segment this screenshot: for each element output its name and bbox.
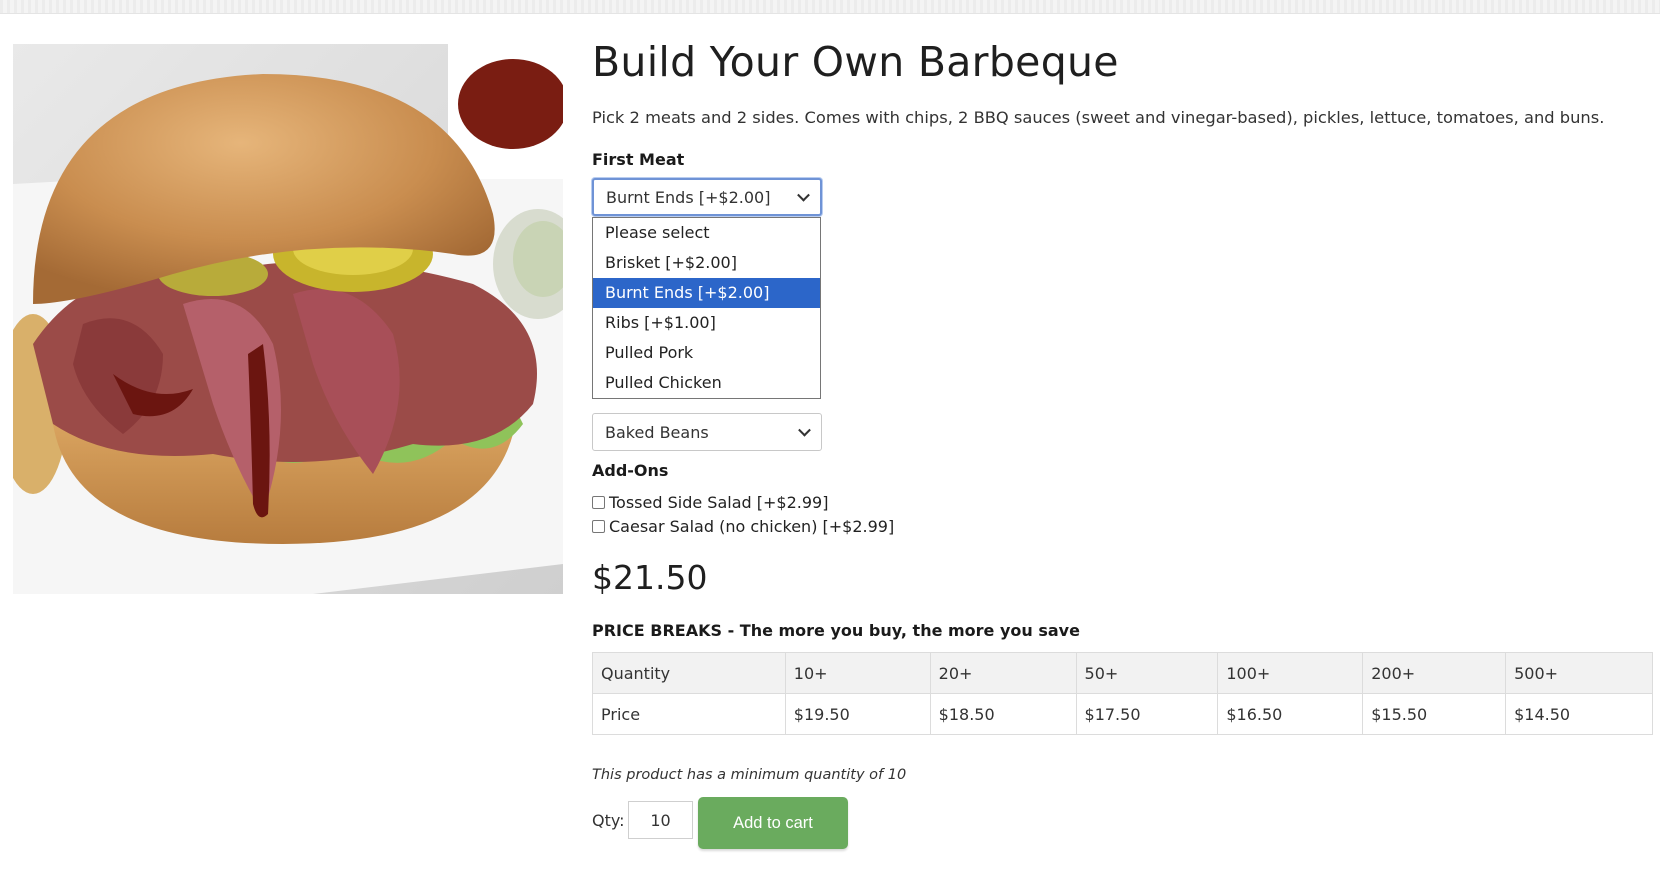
- table-cell: $19.50: [784, 693, 931, 735]
- bbq-sandwich-illustration: [13, 44, 563, 594]
- price-breaks-table: Quantity 10+ 20+ 50+ 100+ 200+ 500+ Pric…: [592, 652, 1653, 735]
- checkbox[interactable]: [592, 496, 605, 509]
- addon-label: Caesar Salad (no chicken) [+$2.99]: [609, 517, 895, 536]
- table-cell: 50+: [1075, 652, 1219, 694]
- first-meat-selected-value: Burnt Ends [+$2.00]: [606, 187, 771, 207]
- dropdown-option-ribs[interactable]: Ribs [+$1.00]: [593, 308, 820, 338]
- table-cell: $16.50: [1217, 693, 1364, 735]
- table-cell: $15.50: [1362, 693, 1507, 735]
- dropdown-option-please-select[interactable]: Please select: [593, 218, 820, 248]
- dropdown-option-pulled-chicken[interactable]: Pulled Chicken: [593, 368, 820, 398]
- product-image: [13, 44, 563, 594]
- table-cell: Price: [592, 693, 786, 735]
- dropdown-option-burnt-ends[interactable]: Burnt Ends [+$2.00]: [593, 278, 820, 308]
- table-cell: 200+: [1362, 652, 1507, 694]
- first-meat-select[interactable]: Burnt Ends [+$2.00]: [592, 178, 822, 216]
- addon-label: Tossed Side Salad [+$2.99]: [609, 493, 829, 512]
- dropdown-option-brisket[interactable]: Brisket [+$2.00]: [593, 248, 820, 278]
- product-description: Pick 2 meats and 2 sides. Comes with chi…: [592, 108, 1605, 127]
- top-bar: [0, 0, 1660, 14]
- first-meat-dropdown[interactable]: Please select Brisket [+$2.00] Burnt End…: [592, 217, 821, 399]
- table-cell: 500+: [1505, 652, 1653, 694]
- quantity-row: Quantity 10+ 20+ 50+ 100+ 200+ 500+: [592, 652, 1653, 694]
- first-meat-label: First Meat: [592, 150, 685, 169]
- quantity-input[interactable]: 10: [628, 801, 693, 839]
- second-side-selected-value: Baked Beans: [605, 422, 709, 442]
- chevron-down-icon: [797, 188, 810, 202]
- add-to-cart-button[interactable]: Add to cart: [698, 797, 848, 849]
- second-side-select[interactable]: Baked Beans: [592, 413, 822, 451]
- chevron-down-icon: [798, 423, 811, 437]
- checkbox[interactable]: [592, 520, 605, 533]
- price-breaks-title: PRICE BREAKS - The more you buy, the mor…: [592, 621, 1080, 640]
- dropdown-option-pulled-pork[interactable]: Pulled Pork: [593, 338, 820, 368]
- table-cell: $18.50: [929, 693, 1077, 735]
- table-cell: 10+: [784, 652, 931, 694]
- product-title: Build Your Own Barbeque: [592, 38, 1119, 86]
- addon-tossed-side-salad[interactable]: Tossed Side Salad [+$2.99]: [592, 493, 828, 512]
- minimum-quantity-note: This product has a minimum quantity of 1…: [592, 767, 907, 783]
- addon-caesar-salad[interactable]: Caesar Salad (no chicken) [+$2.99]: [592, 517, 894, 536]
- table-cell: 20+: [929, 652, 1077, 694]
- table-cell: $17.50: [1075, 693, 1219, 735]
- table-cell: 100+: [1217, 652, 1364, 694]
- product-price: $21.50: [592, 558, 708, 597]
- qty-label: Qty:: [592, 811, 625, 830]
- table-cell: $14.50: [1505, 693, 1653, 735]
- table-cell: Quantity: [592, 652, 786, 694]
- addons-label: Add-Ons: [592, 461, 669, 480]
- price-row: Price $19.50 $18.50 $17.50 $16.50 $15.50…: [592, 693, 1653, 735]
